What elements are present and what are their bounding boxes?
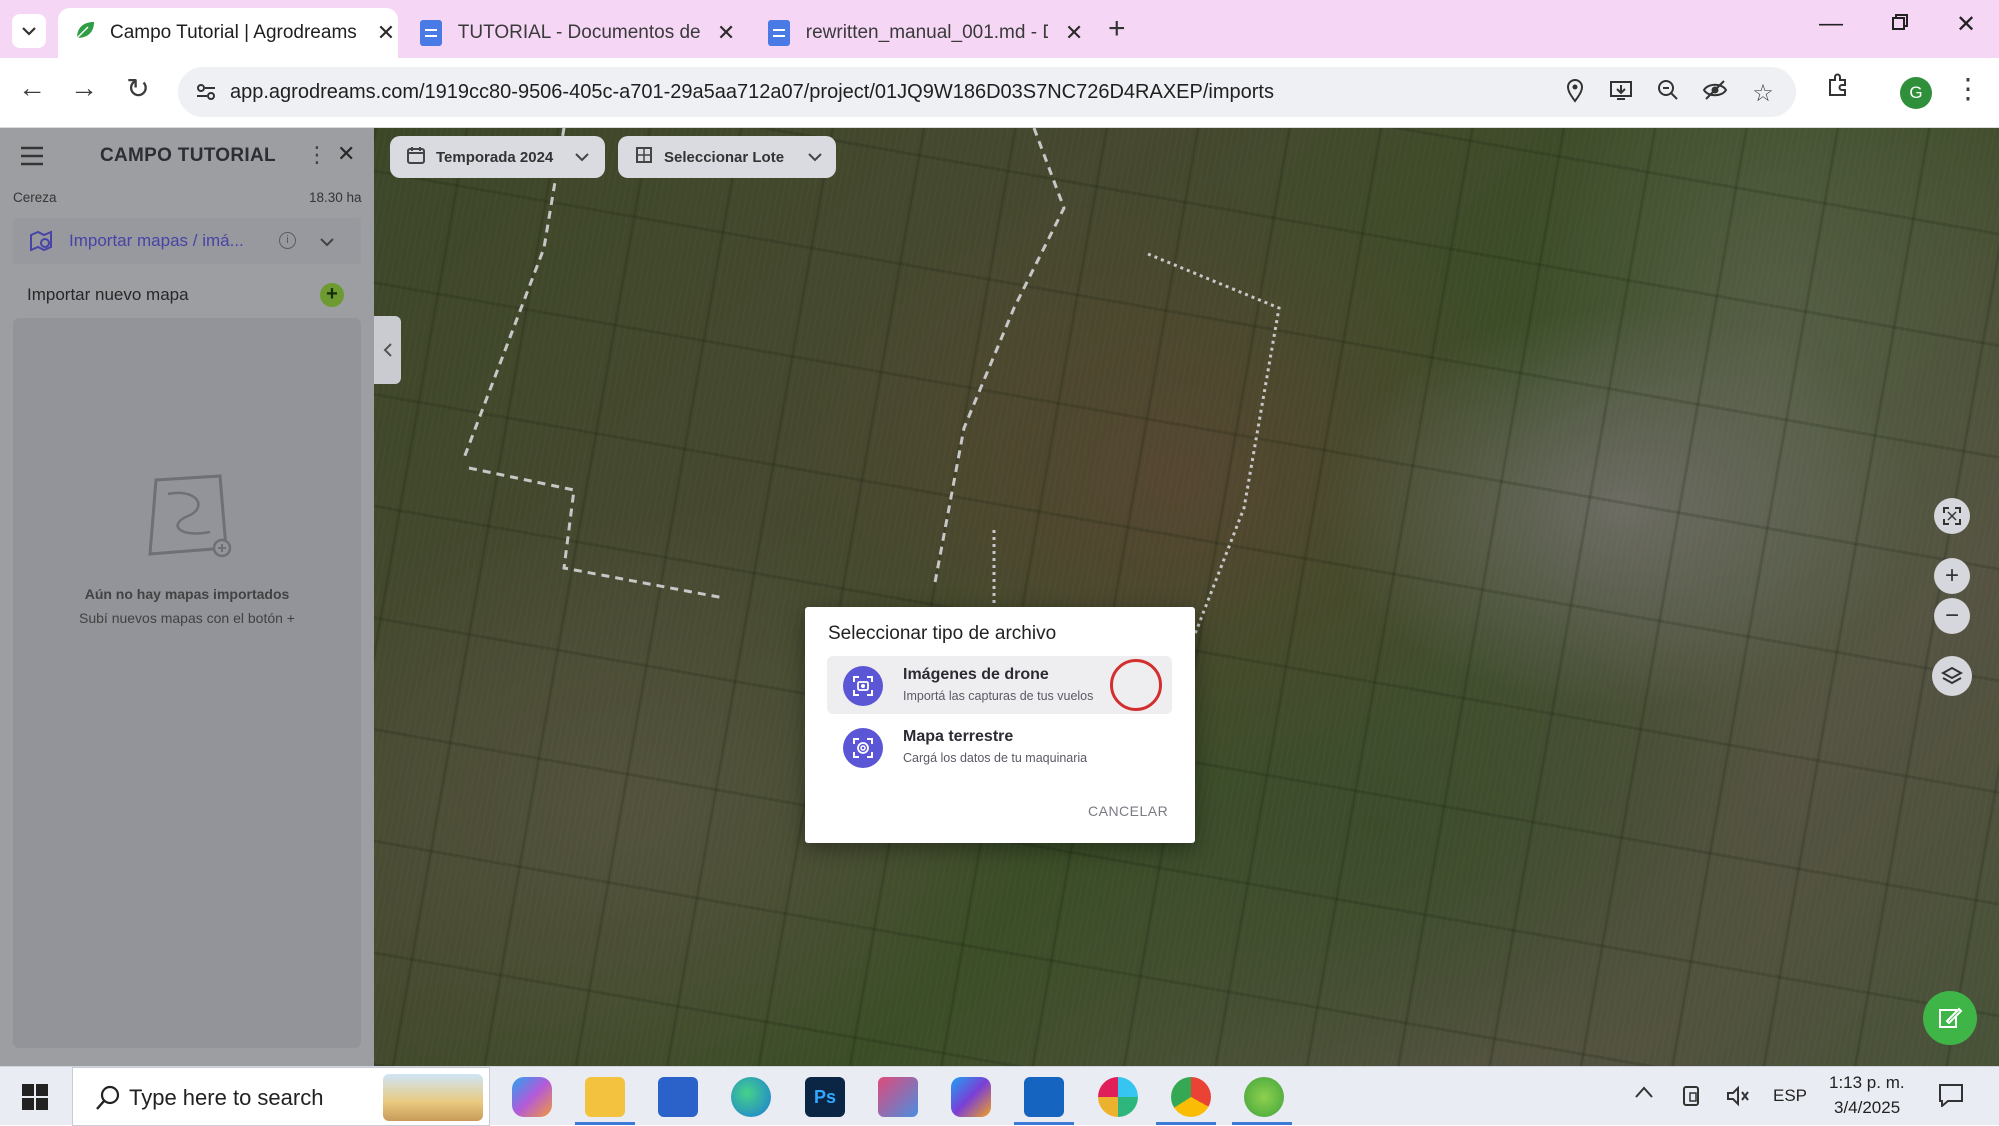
ground-option-subtitle: Cargá los datos de tu maquinaria xyxy=(903,751,1088,765)
close-tab-icon[interactable]: ✕ xyxy=(1062,20,1086,46)
modal-backdrop[interactable] xyxy=(0,128,1999,1066)
chevron-down-icon xyxy=(808,149,822,166)
tab-rewritten-manual[interactable]: rewritten_manual_001.md - Doc ✕ xyxy=(746,8,1086,58)
edge-icon[interactable] xyxy=(731,1077,771,1117)
google-docs-icon xyxy=(420,20,442,46)
back-icon[interactable]: ← xyxy=(12,72,52,104)
google-docs-icon xyxy=(768,20,790,46)
snipping-tool-icon[interactable] xyxy=(878,1077,918,1117)
address-bar-row: ← → ↻ app.agrodreams.com/1919cc80-9506-4… xyxy=(0,58,1999,128)
search-placeholder: Type here to search xyxy=(129,1085,324,1110)
close-tab-icon[interactable]: ✕ xyxy=(374,20,398,46)
chrome-icon[interactable] xyxy=(1171,1077,1211,1117)
eye-off-icon[interactable] xyxy=(1700,79,1730,108)
ground-map-icon xyxy=(843,728,883,768)
profile-initial: G xyxy=(1909,83,1923,102)
show-hidden-icons[interactable] xyxy=(1634,1085,1654,1104)
lot-selector[interactable]: Seleccionar Lote xyxy=(618,136,836,178)
zoom-icon[interactable] xyxy=(1653,79,1683,108)
file-type-modal: Seleccionar tipo de archivo Imágenes de … xyxy=(805,607,1195,843)
ground-map-option[interactable]: Mapa terrestre Cargá los datos de tu maq… xyxy=(827,718,1172,776)
calendar-icon xyxy=(406,145,426,169)
edit-fab-button[interactable] xyxy=(1923,991,1977,1045)
profile-avatar[interactable]: G xyxy=(1900,77,1932,109)
chevron-down-icon xyxy=(575,149,589,166)
install-app-icon[interactable] xyxy=(1606,79,1636,108)
season-label: Temporada 2024 xyxy=(436,148,554,166)
lot-icon xyxy=(634,145,654,169)
input-language[interactable]: ESP xyxy=(1773,1086,1807,1106)
minimize-icon[interactable]: — xyxy=(1811,10,1851,38)
search-icon xyxy=(95,1085,121,1116)
tab-tutorial-docs[interactable]: TUTORIAL - Documentos de Go ✕ xyxy=(398,8,738,58)
site-info-icon[interactable] xyxy=(194,80,218,109)
copilot-icon[interactable] xyxy=(512,1077,552,1117)
url-text: app.agrodreams.com/1919cc80-9506-405c-a7… xyxy=(230,81,1274,103)
search-highlight-image xyxy=(383,1074,483,1121)
clock-time[interactable]: 1:13 p. m. xyxy=(1829,1073,1905,1093)
restore-icon[interactable] xyxy=(1880,10,1920,38)
file-explorer-icon[interactable] xyxy=(585,1077,625,1117)
slack-icon[interactable] xyxy=(1098,1077,1138,1117)
bookmark-star-icon[interactable]: ☆ xyxy=(1748,79,1778,108)
click-indicator-ring xyxy=(1110,659,1162,711)
close-tab-icon[interactable]: ✕ xyxy=(714,20,738,46)
taskbar-search-box[interactable]: Type here to search xyxy=(72,1067,490,1126)
reload-icon[interactable]: ↻ xyxy=(118,72,158,105)
cancel-button[interactable]: CANCELAR xyxy=(1088,803,1168,819)
drone-option-title: Imágenes de drone xyxy=(903,666,1049,683)
outlook-icon[interactable] xyxy=(1024,1077,1064,1117)
tab-title: rewritten_manual_001.md - Doc xyxy=(805,22,1048,43)
ground-option-title: Mapa terrestre xyxy=(903,728,1014,745)
layers-button[interactable] xyxy=(1932,656,1972,696)
extensions-icon[interactable] xyxy=(1818,72,1858,105)
forward-icon[interactable]: → xyxy=(64,72,104,104)
app-page: CAMPO TUTORIAL ⋮ ✕ Cereza 18.30 ha Impor… xyxy=(0,128,1999,1066)
location-pin-icon[interactable] xyxy=(1560,79,1590,110)
close-window-icon[interactable]: ✕ xyxy=(1946,10,1986,39)
fit-bounds-button[interactable] xyxy=(1934,498,1970,534)
drone-option-subtitle: Importá las capturas de tus vuelos xyxy=(903,689,1094,703)
meet-now-icon[interactable] xyxy=(1682,1085,1702,1112)
more-menu-icon[interactable]: ⋮ xyxy=(1948,72,1988,105)
collapse-sidebar-button[interactable] xyxy=(374,316,401,384)
season-selector[interactable]: Temporada 2024 xyxy=(390,136,605,178)
zoom-out-button[interactable]: − xyxy=(1934,598,1970,634)
microsoft-store-icon[interactable] xyxy=(658,1077,698,1117)
new-tab-icon[interactable]: + xyxy=(1108,12,1126,46)
tab-title: Campo Tutorial | Agrodreams xyxy=(110,22,357,43)
notifications-icon[interactable] xyxy=(1938,1083,1964,1112)
clock-date[interactable]: 3/4/2025 xyxy=(1834,1098,1900,1118)
microsoft-365-icon[interactable] xyxy=(951,1077,991,1117)
agrodreams-leaf-icon xyxy=(74,19,96,47)
tab-bar: Campo Tutorial | Agrodreams ✕ TUTORIAL -… xyxy=(0,0,1999,58)
drone-camera-icon xyxy=(843,666,883,706)
modal-title: Seleccionar tipo de archivo xyxy=(828,623,1057,644)
tab-title: TUTORIAL - Documentos de Go xyxy=(457,22,701,43)
tab-campo-tutorial[interactable]: Campo Tutorial | Agrodreams ✕ xyxy=(58,8,398,58)
agrodreams-app-icon[interactable] xyxy=(1244,1077,1284,1117)
drone-images-option[interactable]: Imágenes de drone Importá las capturas d… xyxy=(827,656,1172,714)
omnibox[interactable]: app.agrodreams.com/1919cc80-9506-405c-a7… xyxy=(178,67,1796,117)
photoshop-icon[interactable]: Ps xyxy=(805,1077,845,1117)
zoom-in-button[interactable]: + xyxy=(1934,558,1970,594)
tab-search-dropdown-icon[interactable] xyxy=(12,14,46,48)
lot-label: Seleccionar Lote xyxy=(664,148,785,166)
windows-taskbar: Type here to search Ps ESP 1:13 p. m. 3/… xyxy=(0,1066,1999,1126)
volume-muted-icon[interactable] xyxy=(1726,1085,1750,1112)
windows-start-icon[interactable] xyxy=(22,1084,48,1115)
